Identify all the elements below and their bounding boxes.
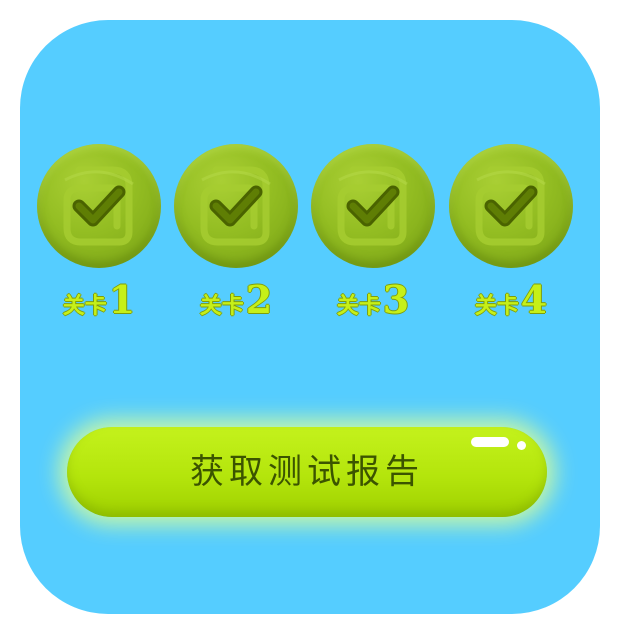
level-medal	[37, 144, 161, 268]
level-list: 关卡1 关卡2 关卡3 关卡4	[37, 144, 577, 324]
level-medal	[449, 144, 573, 268]
level-medal	[174, 144, 298, 268]
level-prefix: 关卡	[474, 294, 519, 319]
level-prefix: 关卡	[62, 294, 107, 319]
level-label: 关卡4	[449, 277, 573, 322]
level-label: 关卡3	[311, 277, 435, 322]
level-item-2[interactable]: 关卡2	[174, 144, 298, 324]
level-label: 关卡2	[174, 277, 298, 322]
level-label: 关卡1	[37, 277, 161, 322]
level-item-4[interactable]: 关卡4	[449, 144, 573, 324]
get-test-report-button[interactable]: 获取测试报告	[67, 427, 547, 517]
checkmark-icon	[337, 166, 408, 246]
level-item-1[interactable]: 关卡1	[37, 144, 161, 324]
button-shine-highlight	[471, 437, 509, 447]
level-prefix: 关卡	[199, 294, 244, 319]
level-item-3[interactable]: 关卡3	[311, 144, 435, 324]
checkmark-icon	[475, 166, 546, 246]
level-number: 4	[520, 277, 548, 322]
level-number: 2	[245, 277, 273, 322]
level-number: 1	[108, 277, 136, 322]
button-shine-dot	[517, 441, 526, 450]
checkmark-icon	[200, 166, 271, 246]
checkmark-icon	[63, 166, 134, 246]
level-prefix: 关卡	[336, 294, 381, 319]
level-number: 3	[382, 277, 410, 322]
level-medal	[311, 144, 435, 268]
